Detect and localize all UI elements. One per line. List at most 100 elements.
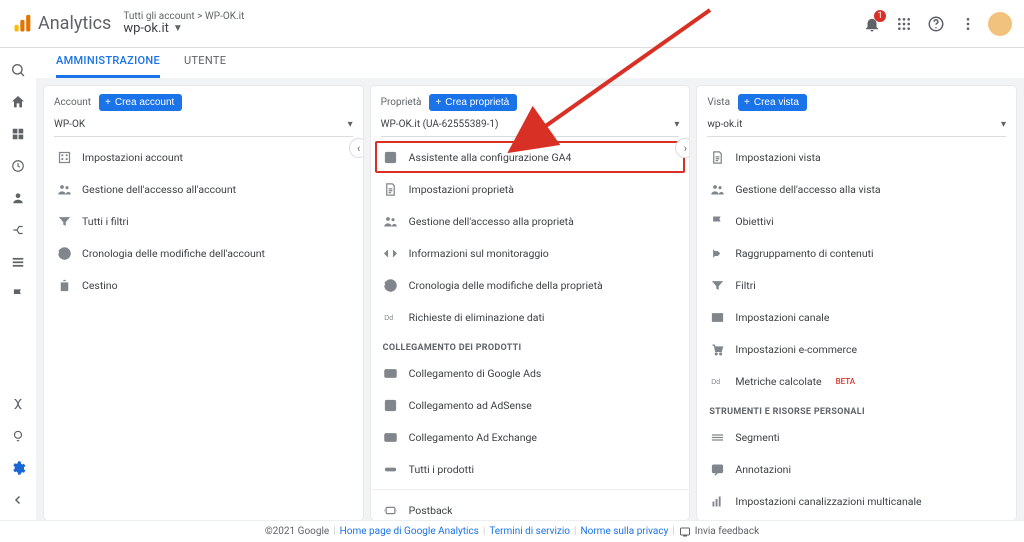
view-column: Vista +Crea vista wp-ok.it ▾ Impostazion… <box>697 86 1016 520</box>
create-view-button[interactable]: +Crea vista <box>738 94 807 111</box>
property-select-value: WP-OK.it (UA-62555389-1) <box>381 119 499 130</box>
all-filters[interactable]: Tutti i filtri <box>44 205 363 237</box>
view-select-value: wp-ok.it <box>707 119 742 130</box>
gear-icon <box>10 460 26 476</box>
breadcrumb-current: wp-ok.it <box>123 22 169 36</box>
apps-button[interactable] <box>888 8 920 40</box>
channel-icon <box>709 309 725 325</box>
view-select[interactable]: wp-ok.it ▾ <box>707 115 1006 137</box>
postback-icon <box>383 502 399 518</box>
rail-search[interactable] <box>2 54 34 86</box>
adexchange-link[interactable]: Collegamento Ad Exchange <box>371 421 690 453</box>
bulb-icon <box>11 429 25 443</box>
account-access-mgmt[interactable]: Gestione dell'accesso all'account <box>44 173 363 205</box>
item-label: Tutti i filtri <box>82 215 129 228</box>
property-column-label: Proprietà <box>381 97 422 108</box>
building-icon <box>56 149 72 165</box>
item-label: Filtri <box>735 279 755 292</box>
avatar-icon <box>986 10 1014 38</box>
people-icon <box>709 181 725 197</box>
item-label: Obiettivi <box>735 215 773 228</box>
rail-discover[interactable] <box>2 420 34 452</box>
property-change-history[interactable]: Cronologia delle modifiche della proprie… <box>371 269 690 301</box>
account-change-history[interactable]: Cronologia delle modifiche dell'account <box>44 237 363 269</box>
footer-privacy-link[interactable]: Norme sulla privacy <box>580 526 668 537</box>
property-access-mgmt[interactable]: Gestione dell'accesso alla proprietà <box>371 205 690 237</box>
people-icon <box>383 213 399 229</box>
assist-icon <box>383 149 399 165</box>
item-label: Gestione dell'accesso all'account <box>82 183 236 196</box>
view-settings[interactable]: Impostazioni vista <box>697 141 1016 173</box>
adsense-link[interactable]: Collegamento ad AdSense <box>371 389 690 421</box>
content-grouping[interactable]: Raggruppamento di contenuti <box>697 237 1016 269</box>
account-picker[interactable]: Tutti gli account > WP-OK.it wp-ok.it ▼ <box>123 11 244 36</box>
all-products[interactable]: Tutti i prodotti <box>371 453 690 485</box>
create-account-button[interactable]: +Crea account <box>99 94 182 111</box>
item-label: Gestione dell'accesso alla vista <box>735 183 880 196</box>
rail-conversions[interactable] <box>2 278 34 310</box>
plus-icon: + <box>105 97 111 108</box>
tracking-info[interactable]: Informazioni sul monitoraggio <box>371 237 690 269</box>
help-button[interactable] <box>920 8 952 40</box>
data-deletion[interactable]: DdRichieste di eliminazione dati <box>371 301 690 333</box>
ecommerce-settings[interactable]: Impostazioni e-commerce <box>697 333 1016 365</box>
rail-home[interactable] <box>2 86 34 118</box>
item-label: Impostazioni vista <box>735 151 820 164</box>
more-button[interactable] <box>952 8 984 40</box>
column-nav-next[interactable]: › <box>675 138 689 158</box>
item-label: Impostazioni proprietà <box>409 183 514 196</box>
rail-realtime[interactable] <box>2 150 34 182</box>
rail-reports[interactable] <box>2 118 34 150</box>
notifications-button[interactable]: 1 <box>856 8 888 40</box>
home-icon <box>10 94 26 110</box>
tab-user[interactable]: UTENTE <box>184 54 226 78</box>
rail-acquisition[interactable] <box>2 214 34 246</box>
calculated-metrics[interactable]: DdMetriche calcolateBETA <box>697 365 1016 397</box>
trash-icon <box>56 277 72 293</box>
filter-icon <box>56 213 72 229</box>
segments[interactable]: Segmenti <box>697 421 1016 453</box>
item-label: Impostazioni canale <box>735 311 829 324</box>
google-ads-link[interactable]: Collegamento di Google Ads <box>371 357 690 389</box>
search-icon <box>10 62 26 78</box>
property-settings[interactable]: Impostazioni proprietà <box>371 173 690 205</box>
mcf-settings[interactable]: Impostazioni canalizzazioni multicanale <box>697 485 1016 517</box>
property-select[interactable]: WP-OK.it (UA-62555389-1) ▾ <box>381 115 680 137</box>
account-settings[interactable]: Impostazioni account <box>44 141 363 173</box>
item-label: Informazioni sul monitoraggio <box>409 247 549 260</box>
item-label: Collegamento ad AdSense <box>409 399 532 412</box>
ga4-assistant[interactable]: Assistente alla configurazione GA4 <box>375 141 686 173</box>
channel-settings[interactable]: Impostazioni canale <box>697 301 1016 333</box>
tab-admin[interactable]: AMMINISTRAZIONE <box>56 54 160 78</box>
account-select[interactable]: WP-OK ▾ <box>54 115 353 137</box>
plus-icon: + <box>435 97 441 108</box>
rail-behavior[interactable] <box>2 246 34 278</box>
analytics-logo-icon <box>12 14 32 34</box>
rail-attribution[interactable] <box>2 388 34 420</box>
chevron-down-icon: ▾ <box>674 119 679 130</box>
rail-audience[interactable] <box>2 182 34 214</box>
footer-home-link[interactable]: Home page di Google Analytics <box>340 526 479 537</box>
trash[interactable]: Cestino <box>44 269 363 301</box>
grouping-icon <box>709 245 725 261</box>
filters[interactable]: Filtri <box>697 269 1016 301</box>
app-header: Analytics Tutti gli account > WP-OK.it w… <box>0 0 1024 48</box>
account-avatar[interactable] <box>984 8 1016 40</box>
view-access-mgmt[interactable]: Gestione dell'accesso alla vista <box>697 173 1016 205</box>
annotations[interactable]: Annotazioni <box>697 453 1016 485</box>
clock-icon <box>11 159 25 173</box>
brand-area[interactable]: Analytics <box>12 13 111 34</box>
item-label: Richieste di eliminazione dati <box>409 311 545 324</box>
history-icon <box>383 277 399 293</box>
postback[interactable]: Postback <box>371 494 690 520</box>
property-column: Proprietà +Crea proprietà WP-OK.it (UA-6… <box>371 86 690 520</box>
item-label: Annotazioni <box>735 463 791 476</box>
footer-feedback[interactable]: Invia feedback <box>679 526 759 538</box>
create-property-button[interactable]: +Crea proprietà <box>429 94 517 111</box>
item-label: Assistente alla configurazione GA4 <box>409 151 572 164</box>
rail-admin[interactable] <box>2 452 34 484</box>
rail-collapse[interactable] <box>2 484 34 516</box>
footer-terms-link[interactable]: Termini di servizio <box>489 526 570 537</box>
divider <box>371 489 690 490</box>
goals[interactable]: Obiettivi <box>697 205 1016 237</box>
